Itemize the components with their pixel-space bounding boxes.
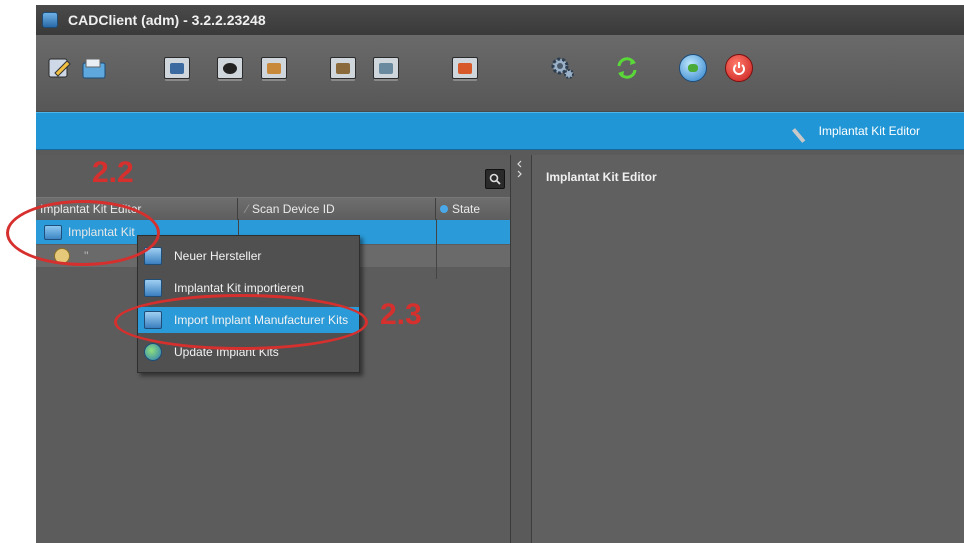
title-bar: CADClient (adm) - 3.2.2.23248 xyxy=(36,5,964,35)
menu-item-label: Neuer Hersteller xyxy=(174,249,262,263)
monitor-home-icon[interactable] xyxy=(451,54,479,82)
column-header-scan-device[interactable]: ⁄ Scan Device ID xyxy=(238,198,436,220)
menu-item-label: Implantat Kit importieren xyxy=(174,281,305,295)
panel-title: Implantat Kit Editor xyxy=(546,170,657,184)
window-title: CADClient (adm) - 3.2.2.23248 xyxy=(68,12,266,28)
monitor-grid-icon[interactable] xyxy=(216,54,244,82)
step-annotation-2-3: 2.3 xyxy=(380,298,422,331)
column-header-scan-device-label: Scan Device ID xyxy=(252,202,335,216)
search-button[interactable] xyxy=(485,169,505,189)
app-icon xyxy=(42,12,58,28)
panel-splitter[interactable] xyxy=(512,155,530,543)
column-divider xyxy=(436,219,437,279)
power-icon[interactable] xyxy=(725,54,753,82)
edit-icon[interactable] xyxy=(46,54,74,82)
step-annotation-2-2: 2.2 xyxy=(92,156,134,189)
main-toolbar xyxy=(36,35,964,112)
pencil-icon xyxy=(791,119,816,143)
module-header: Implantat Kit Editor xyxy=(36,112,964,150)
menu-item-new-manufacturer[interactable]: Neuer Hersteller xyxy=(138,243,359,269)
globe-icon[interactable] xyxy=(679,54,707,82)
module-title[interactable]: Implantat Kit Editor xyxy=(791,119,920,143)
monitor-settings-icon[interactable] xyxy=(372,54,400,82)
state-icon xyxy=(440,205,448,213)
update-globe-icon xyxy=(144,343,162,361)
module-title-label: Implantat Kit Editor xyxy=(818,124,920,138)
search-icon xyxy=(489,173,501,185)
highlight-ring-import-item xyxy=(114,294,368,350)
sync-arrows-icon[interactable] xyxy=(613,54,641,82)
monitor-model-icon[interactable] xyxy=(329,54,357,82)
import-kit-icon xyxy=(144,279,162,297)
monitor-user-icon[interactable] xyxy=(260,54,288,82)
column-icon: ⁄ xyxy=(246,202,249,216)
column-header-state[interactable]: State xyxy=(436,198,510,220)
settings-gear-icon[interactable] xyxy=(548,54,576,82)
column-header-state-label: State xyxy=(452,202,481,216)
monitor-scan-icon[interactable] xyxy=(163,54,191,82)
highlight-ring-tree-item xyxy=(6,200,160,266)
open-folder-icon[interactable] xyxy=(80,54,108,82)
collapse-arrows-icon xyxy=(517,160,522,178)
cadclient-window: CADClient (adm) - 3.2.2.23248 Implantat … xyxy=(36,5,964,543)
kit-editor-panel: Implantat Kit Editor xyxy=(531,155,964,543)
